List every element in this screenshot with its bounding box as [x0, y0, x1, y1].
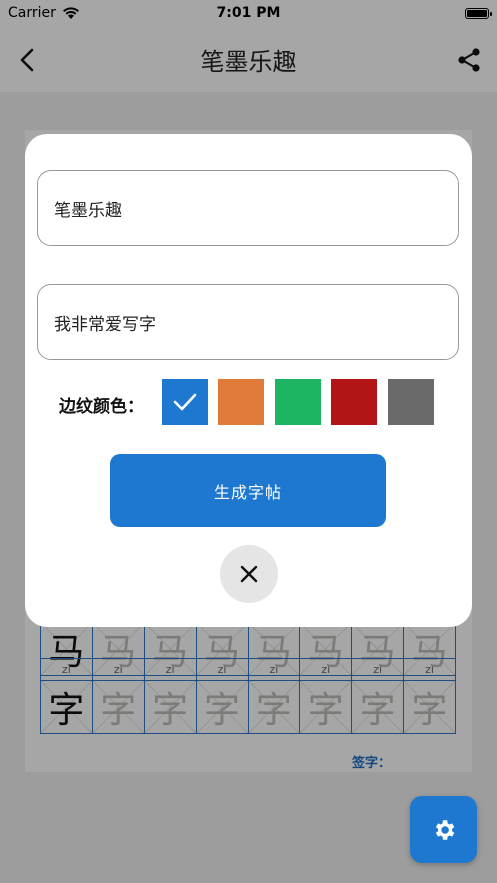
title-input-box [37, 170, 459, 246]
border-color-label: 边纹颜色： [59, 397, 144, 417]
color-swatch-gray[interactable] [388, 379, 434, 425]
title-input[interactable] [38, 171, 458, 245]
content-input-box [37, 284, 459, 360]
color-swatch-red[interactable] [331, 379, 377, 425]
color-swatch-blue[interactable] [162, 379, 208, 425]
generate-copybook-button[interactable]: 生成字帖 [110, 454, 386, 527]
close-icon [240, 565, 258, 583]
checkmark-icon [173, 393, 197, 411]
settings-fab-button[interactable] [410, 796, 477, 863]
gear-icon [435, 819, 454, 840]
color-swatch-green[interactable] [275, 379, 321, 425]
generate-dialog: 边纹颜色： 生成字帖 [25, 134, 472, 627]
content-input[interactable] [38, 285, 458, 359]
color-swatch-orange[interactable] [218, 379, 264, 425]
close-button[interactable] [220, 545, 278, 603]
